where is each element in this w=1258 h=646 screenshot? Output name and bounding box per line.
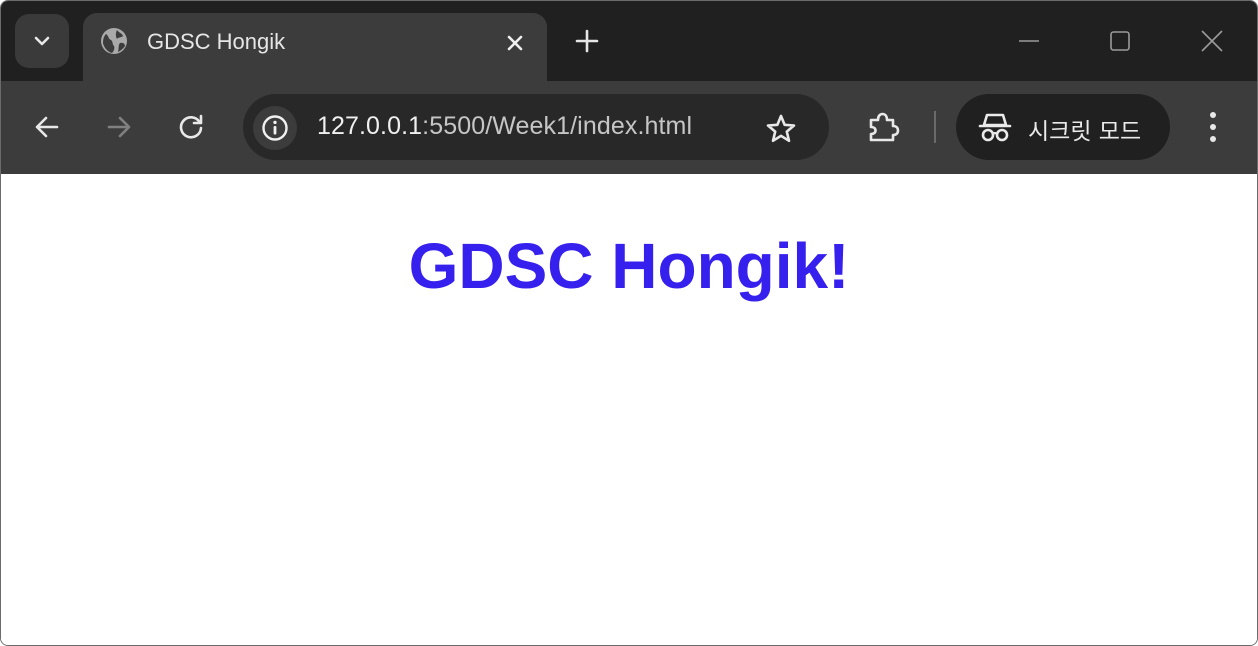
toolbar-divider (934, 111, 936, 143)
chevron-down-icon (34, 36, 50, 46)
back-arrow-icon (35, 116, 59, 138)
incognito-label: 시크릿 모드 (1028, 119, 1142, 145)
page-viewport: GDSC Hongik! (1, 174, 1257, 645)
tab-title: GDSC Hongik (147, 29, 286, 54)
tab-strip: GDSC Hongik (1, 1, 1257, 83)
new-tab-button[interactable] (569, 23, 605, 59)
reload-icon (179, 114, 203, 139)
close-tab-button[interactable] (501, 29, 529, 57)
url-path: :5500/Week1/index.html (422, 112, 693, 140)
puzzle-icon (869, 112, 900, 142)
menu-button[interactable] (1191, 105, 1235, 149)
kebab-menu-icon (1210, 112, 1216, 142)
browser-toolbar: 127.0.0.1:5500/Week1/index.html 시크릿 모드 (1, 81, 1257, 174)
close-window-icon (1201, 30, 1223, 52)
reload-button[interactable] (169, 105, 213, 149)
page-heading: GDSC Hongik! (408, 230, 850, 302)
bookmark-button[interactable] (761, 109, 801, 149)
minimize-icon (1019, 40, 1039, 42)
incognito-indicator[interactable]: 시크릿 모드 (956, 94, 1170, 160)
back-button[interactable] (25, 105, 69, 149)
forward-arrow-icon (107, 116, 131, 138)
url-host: 127.0.0.1 (317, 112, 423, 140)
tab-search-button[interactable] (15, 14, 69, 68)
star-icon (766, 114, 796, 143)
incognito-icon (978, 113, 1012, 142)
address-bar[interactable]: 127.0.0.1:5500/Week1/index.html (243, 94, 829, 160)
browser-window: GDSC Hongik 127.0.0.1:5500/Week1/index.h… (0, 0, 1258, 646)
site-info-button[interactable] (253, 106, 297, 150)
plus-icon (575, 29, 599, 53)
maximize-icon (1110, 31, 1130, 51)
close-icon (507, 35, 523, 51)
minimize-button[interactable] (1009, 21, 1049, 61)
url-text[interactable]: 127.0.0.1:5500/Week1/index.html (317, 112, 692, 141)
info-icon (262, 115, 288, 141)
tab-active[interactable]: GDSC Hongik (83, 13, 547, 83)
maximize-button[interactable] (1100, 21, 1140, 61)
close-window-button[interactable] (1192, 21, 1232, 61)
globe-icon (101, 28, 127, 54)
extensions-button[interactable] (861, 105, 905, 149)
forward-button[interactable] (97, 105, 141, 149)
